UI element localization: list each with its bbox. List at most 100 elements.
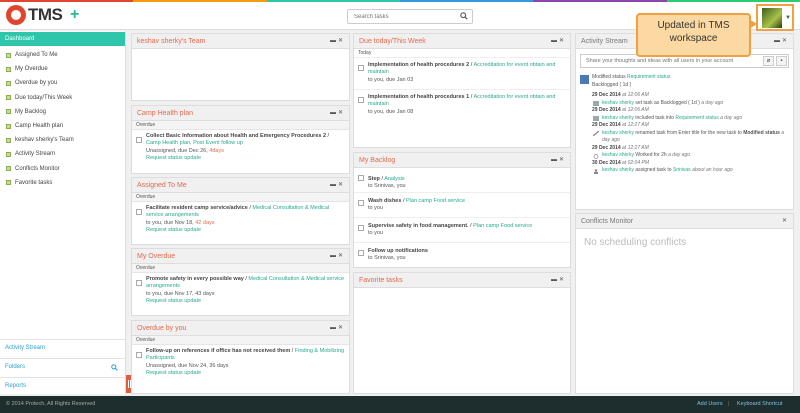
task-checkbox[interactable] (358, 97, 364, 103)
activity-user[interactable]: keshav sherky (602, 115, 634, 121)
minimize-icon[interactable]: ▬ (551, 153, 559, 168)
task-project-link[interactable]: Plan camp Food service (473, 223, 532, 229)
sidebar-item-camp-health[interactable]: Camp Health plan (0, 119, 125, 133)
sidebar-item-my-overdue[interactable]: My Overdue (0, 62, 125, 76)
task-title[interactable]: Wash dishes (368, 198, 401, 204)
task-checkbox[interactable] (136, 352, 142, 358)
activity-user[interactable]: keshav sherky (602, 130, 634, 136)
user-menu[interactable]: ▼ (756, 4, 794, 31)
activity-head-status: Backlogged ( 1d ) (592, 81, 632, 88)
sidebar-folders[interactable]: Folders (0, 358, 126, 375)
add-task-icon[interactable]: + (70, 6, 79, 24)
activity-text: set task as Backlogged ( 1d ) (633, 99, 702, 106)
minimize-icon[interactable]: ▬ (551, 273, 559, 288)
close-icon[interactable]: ✕ (338, 178, 345, 193)
minimize-icon[interactable]: ▬ (330, 34, 338, 49)
task-project-link[interactable]: Plan camp Food service (406, 198, 465, 204)
close-icon[interactable]: ✕ (338, 34, 345, 49)
sidebar-item-assigned[interactable]: Assigned To Me (0, 48, 125, 62)
minimize-icon[interactable]: ▬ (551, 34, 559, 49)
task-meta: to you, due Nov 17, 43 days (146, 290, 215, 297)
activity-time: at 02:04 PM (622, 159, 649, 166)
activity-user[interactable]: keshav sherky (602, 100, 634, 106)
sidebar-item-due-today[interactable]: Due today/This Week (0, 91, 125, 105)
activity-link[interactable]: Srinivas (673, 167, 691, 173)
comment-icon[interactable]: ▪ (776, 56, 787, 66)
activity-link[interactable]: Requirement status (675, 115, 718, 121)
minimize-icon[interactable]: ▬ (330, 249, 338, 264)
task-title[interactable]: Collect Basic Information about Health a… (146, 133, 326, 139)
add-users-link[interactable]: Add Users (697, 396, 723, 413)
task-title[interactable]: Follow-up on references if office has no… (146, 348, 290, 354)
activity-head-link[interactable]: Requirement status (627, 74, 670, 80)
panel-header: Conflicts Monitor ✕ (576, 214, 793, 229)
close-icon[interactable]: ✕ (559, 273, 566, 288)
attach-icon[interactable]: ⌀ (763, 56, 774, 66)
task-title[interactable]: Step (368, 176, 380, 182)
activity-time: at 12:06 AM (622, 92, 649, 98)
sidebar-item-favorite[interactable]: Favorite tasks (0, 176, 125, 190)
panel-due-today: Due today/This Week ▬✕ Today Implementati… (353, 33, 571, 148)
activity-user[interactable]: keshav sherky (602, 152, 634, 158)
close-icon[interactable]: ✕ (338, 249, 345, 264)
minimize-icon[interactable]: ▬ (774, 34, 782, 49)
task-item: Follow up notifications to Srinivas, you (354, 243, 570, 265)
panel-header: Camp Health plan ▬✕ (132, 106, 349, 121)
task-title[interactable]: Facilitate resident camp service/advice (146, 205, 248, 211)
minimize-icon[interactable]: ▬ (330, 178, 338, 193)
task-checkbox[interactable] (358, 200, 364, 206)
folder-search-icon[interactable] (111, 364, 118, 371)
search-input[interactable] (348, 10, 453, 23)
close-icon[interactable]: ✕ (559, 34, 566, 49)
sidebar: Dashboard Assigned To Me My Overdue Over… (0, 31, 126, 394)
activity-ago: a day ago (701, 99, 724, 106)
avatar (762, 8, 782, 28)
task-checkbox[interactable] (358, 225, 364, 231)
activity-entry: 29 Dec 2014 at 12:06 AM keshav sherky se… (580, 92, 789, 107)
close-icon[interactable]: ✕ (338, 106, 345, 121)
app-logo[interactable]: TMS (6, 5, 63, 25)
request-status-link[interactable]: Request status update (146, 155, 201, 161)
square-icon (6, 66, 11, 72)
task-title[interactable]: Supervise safety in food management. (368, 223, 469, 229)
task-project-link[interactable]: Analysis (384, 176, 404, 182)
sidebar-item-dashboard[interactable]: Dashboard (0, 32, 125, 46)
minimize-icon[interactable]: ▬ (330, 106, 338, 121)
request-status-link[interactable]: Request status update (146, 370, 201, 376)
task-checkbox[interactable] (136, 209, 142, 215)
task-checkbox[interactable] (358, 175, 364, 181)
task-title[interactable]: Implementation of health procedures 2 (368, 62, 469, 68)
sidebar-reports-link[interactable]: Reports (0, 377, 126, 394)
sidebar-item-backlog[interactable]: My Backlog (0, 105, 125, 119)
sidebar-activity-stream-link[interactable]: Activity Stream (0, 339, 126, 356)
task-meta: to you, due Jan 03 (368, 76, 414, 83)
task-checkbox[interactable] (358, 65, 364, 71)
sidebar-item-label: Activity Stream (15, 151, 56, 158)
sidebar-item-conflicts[interactable]: Conflicts Monitor (0, 162, 125, 176)
keyboard-shortcut-link[interactable]: Keyboard Shortcut (737, 396, 783, 413)
minimize-icon[interactable]: ▬ (330, 321, 338, 336)
task-project-link[interactable]: Camp Health plan, Post Event follow up (146, 140, 243, 146)
task-title[interactable]: Implementation of health procedures 1 (368, 94, 469, 100)
panel-title: keshav sherky's Team (137, 38, 206, 45)
task-title[interactable]: Promote safety in every possible way (146, 276, 244, 282)
task-checkbox[interactable] (358, 250, 364, 256)
search-icon[interactable] (460, 12, 468, 20)
request-status-link[interactable]: Request status update (146, 227, 201, 233)
close-icon[interactable]: ✕ (559, 153, 566, 168)
square-icon (6, 80, 11, 86)
sidebar-item-overdue-by-you[interactable]: Overdue by you (0, 76, 125, 90)
sidebar-item-team[interactable]: keshav sherky's Team (0, 133, 125, 147)
request-status-link[interactable]: Request status update (146, 298, 201, 304)
activity-user[interactable]: keshav sherky (602, 167, 634, 173)
close-icon[interactable]: ✕ (338, 321, 345, 336)
task-title[interactable]: Follow up notifications (368, 248, 428, 254)
no-conflicts-message: No scheduling conflicts (584, 237, 687, 248)
close-icon[interactable]: ✕ (782, 34, 789, 49)
task-checkbox[interactable] (136, 137, 142, 143)
task-checkbox[interactable] (136, 280, 142, 286)
sidebar-item-activity[interactable]: Activity Stream (0, 147, 125, 161)
close-icon[interactable]: ✕ (782, 214, 789, 229)
activity-time: at 12:06 AM (622, 107, 649, 113)
panel-title: Conflicts Monitor (581, 218, 634, 225)
